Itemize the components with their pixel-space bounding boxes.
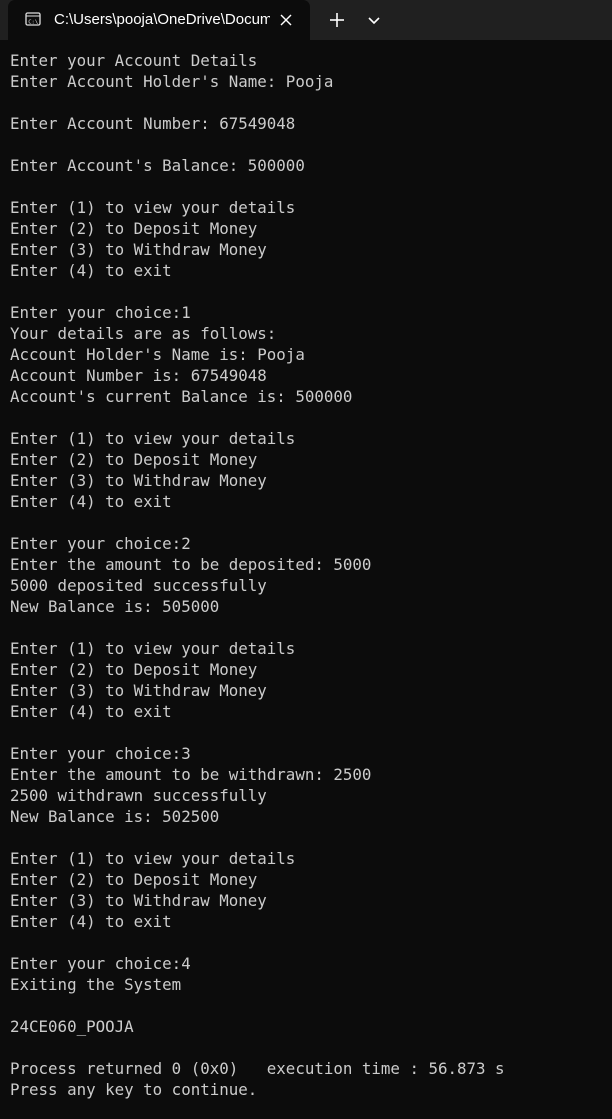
console-line: Press any key to continue. [10,1080,258,1099]
console-line: Enter (2) to Deposit Money [10,450,258,469]
console-line: Enter (1) to view your details [10,639,296,658]
console-line: Enter (2) to Deposit Money [10,870,258,889]
console-line: 2500 withdrawn successfully [10,786,267,805]
console-line: Your details are as follows: [10,324,277,343]
console-line: Enter (4) to exit [10,912,172,931]
console-line: Enter (4) to exit [10,702,172,721]
console-line: Enter Account Number: 67549048 [10,114,296,133]
console-line: Enter your choice:1 [10,303,191,322]
console-line: Enter (2) to Deposit Money [10,219,258,238]
console-line: Enter Account Holder's Name: Pooja [10,72,334,91]
console-line: New Balance is: 502500 [10,807,220,826]
terminal-icon: C:\ [25,12,41,26]
console-line: Enter (3) to Withdraw Money [10,240,267,259]
console-line: Enter (1) to view your details [10,429,296,448]
console-line: Enter (4) to exit [10,261,172,280]
console-line: Enter (3) to Withdraw Money [10,681,267,700]
console-line: 24CE060_POOJA [10,1017,134,1036]
console-line: Enter (1) to view your details [10,198,296,217]
console-line: Exiting the System [10,975,182,994]
console-line: 5000 deposited successfully [10,576,267,595]
console-line: Account Number is: 67549048 [10,366,267,385]
console-output[interactable]: Enter your Account Details Enter Account … [10,50,610,1100]
console-line: Account Holder's Name is: Pooja [10,345,305,364]
console-line: Account's current Balance is: 500000 [10,387,353,406]
console-line: Enter (3) to Withdraw Money [10,471,267,490]
chevron-down-icon[interactable] [362,8,386,32]
plus-icon[interactable] [325,8,349,32]
console-line: Enter the amount to be deposited: 5000 [10,555,372,574]
close-icon[interactable] [276,10,296,30]
console-line: New Balance is: 505000 [10,597,220,616]
console-line: Enter your choice:3 [10,744,191,763]
tab-title: C:\Users\pooja\OneDrive\Documents [54,11,270,28]
console-line: Process returned 0 (0x0) execution time … [10,1059,505,1078]
console-line: Enter (2) to Deposit Money [10,660,258,679]
console-line: Enter the amount to be withdrawn: 2500 [10,765,372,784]
console-line: Enter your Account Details [10,51,258,70]
console-line: Enter Account's Balance: 500000 [10,156,305,175]
console-line: Enter (3) to Withdraw Money [10,891,267,910]
console-line: Enter (4) to exit [10,492,172,511]
console-line: Enter (1) to view your details [10,849,296,868]
terminal-tab[interactable]: C:\ C:\Users\pooja\OneDrive\Documents [8,0,310,40]
console-line: Enter your choice:2 [10,534,191,553]
console-line: Enter your choice:4 [10,954,191,973]
title-bar: C:\ C:\Users\pooja\OneDrive\Documents [0,0,612,40]
svg-text:C:\: C:\ [28,19,38,25]
